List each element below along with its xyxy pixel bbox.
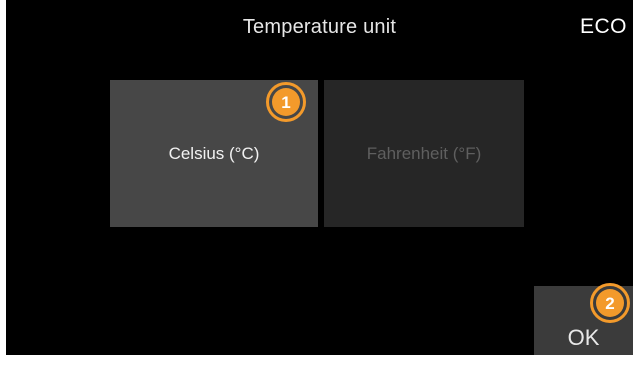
ok-button-label: OK xyxy=(567,325,600,350)
device-screen: Temperature unit ECO Celsius (°C) Fahren… xyxy=(6,0,633,355)
fahrenheit-option-button[interactable]: Fahrenheit (°F) xyxy=(318,80,524,227)
fahrenheit-option-label: Fahrenheit (°F) xyxy=(366,143,482,163)
page-title: Temperature unit xyxy=(242,16,397,38)
callout-marker-1: 1 xyxy=(266,82,306,122)
celsius-option-label: Celsius (°C) xyxy=(168,143,260,163)
callout-number-2: 2 xyxy=(596,289,624,317)
eco-mode-badge: ECO xyxy=(579,15,627,38)
callout-marker-2: 2 xyxy=(590,283,630,323)
callout-number-1: 1 xyxy=(272,88,300,116)
